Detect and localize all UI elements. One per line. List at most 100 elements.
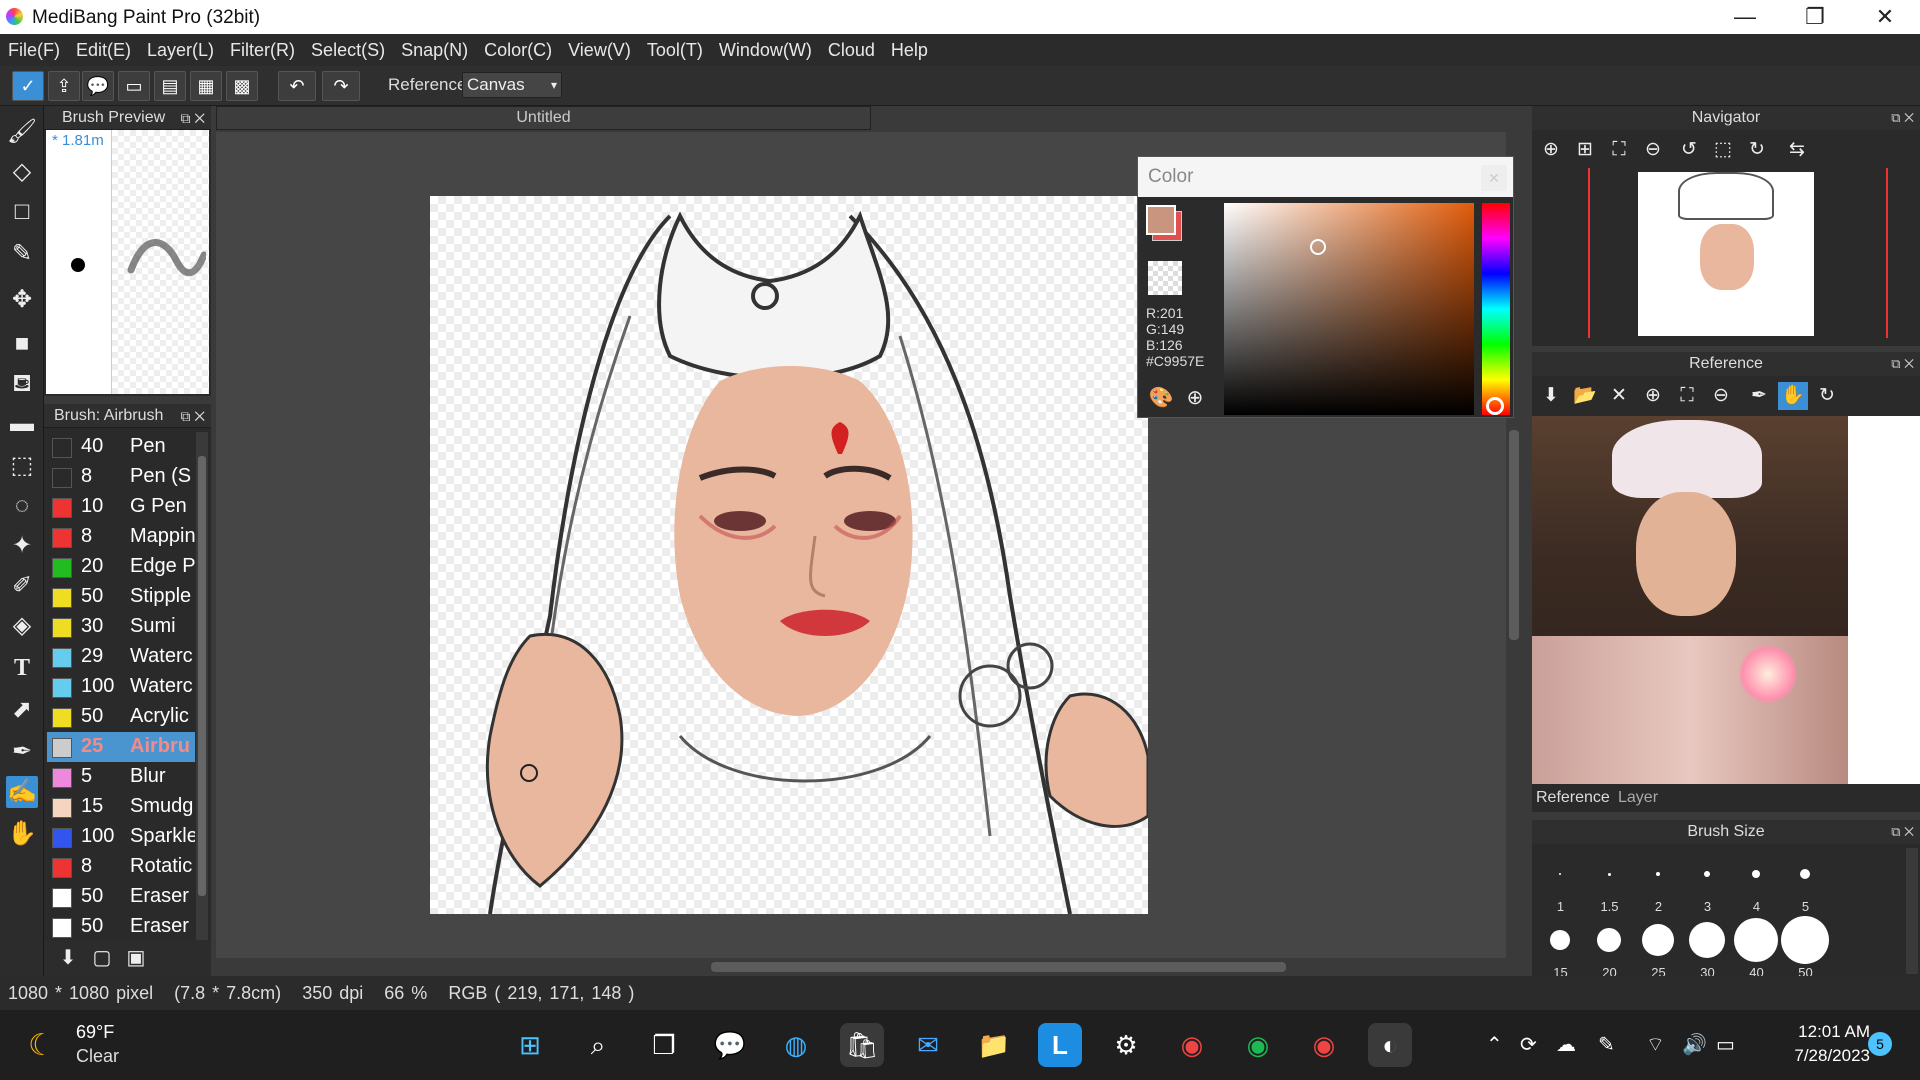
menu-select[interactable]: Select(S) [303,34,393,66]
speech-bubble-icon[interactable]: 💬 [82,71,114,101]
notification-badge[interactable]: 5 [1868,1032,1892,1056]
app-l-icon[interactable]: L [1038,1023,1082,1067]
tab-layer[interactable]: Layer [1618,789,1658,807]
airbrush-tool-icon[interactable]: ✍ [6,776,38,808]
cloud-download-icon[interactable]: ⬇ [1536,382,1566,410]
select-eraser-icon[interactable]: ◈ [6,610,38,642]
brush-size-option[interactable]: 50 [1781,916,1830,982]
saturation-value-picker[interactable] [1224,203,1474,415]
brush-size-option[interactable]: 20 [1585,916,1634,982]
new-brush-icon[interactable]: ▢ [86,942,118,974]
menu-edit[interactable]: Edit(E) [68,34,139,66]
sv-picker-handle[interactable] [1310,239,1326,255]
text-tool-icon[interactable]: T [6,652,38,684]
stabilizer-icon[interactable]: ✓ [12,71,44,101]
wifi-icon[interactable]: ⌔ [1646,1032,1665,1057]
shape-tool-icon[interactable]: □ [6,196,38,228]
brush-color-swatch[interactable] [52,828,72,848]
brush-size-option[interactable]: 25 [1634,916,1683,982]
eraser-tool-icon[interactable]: ◇ [6,156,38,188]
rotate-icon[interactable]: ↻ [1812,382,1842,410]
windows-start-icon[interactable]: ⊞ [508,1023,552,1067]
open-folder-icon[interactable]: 📂 [1570,382,1600,410]
menu-color[interactable]: Color(C) [476,34,560,66]
brush-color-swatch[interactable] [52,708,72,728]
brush-item[interactable]: 8 Pen (S [47,462,195,492]
flip-icon[interactable]: ⇆ [1782,136,1812,164]
panel-close-icon[interactable]: ⧉ ✕ [1891,106,1914,130]
menu-filter[interactable]: Filter(R) [222,34,303,66]
eyedropper-tool-icon[interactable]: ✒ [6,736,38,768]
weather-temperature[interactable]: 69°F [76,1022,114,1043]
brush-tool-icon[interactable]: 🖌 [6,116,38,148]
brush-item[interactable]: 8 Rotatic [47,852,195,882]
transparent-color-swatch[interactable] [1148,261,1182,295]
undo-icon[interactable]: ↶ [278,71,316,101]
fit-icon[interactable]: ⛶ [1672,382,1702,410]
tray-chevron-icon[interactable]: ⌃ [1486,1032,1503,1057]
fill-rect-icon[interactable]: ■ [6,328,38,360]
brush-size-option[interactable]: 4 [1732,850,1781,916]
gradient-tool-icon[interactable]: ▬ [6,408,38,440]
tab-reference[interactable]: Reference [1536,789,1610,807]
foreground-color-swatch[interactable] [1146,205,1176,235]
menu-layer[interactable]: Layer(L) [139,34,222,66]
brush-item[interactable]: 5 Blur [47,762,195,792]
bucket-tool-icon[interactable]: ⛾ [6,368,38,400]
navigator-viewport[interactable] [1588,168,1888,338]
select-pen-icon[interactable]: ✐ [6,570,38,602]
hue-slider-handle[interactable] [1486,397,1504,415]
menu-tool[interactable]: Tool(T) [639,34,711,66]
brush-size-option[interactable]: 1.5 [1585,850,1634,916]
task-view-icon[interactable]: ❐ [642,1023,686,1067]
brush-color-swatch[interactable] [52,498,72,518]
reference-image[interactable] [1532,416,1920,784]
document-tab[interactable]: Untitled [216,106,871,130]
eyedropper-icon[interactable]: ✒ [1744,382,1774,410]
page-icon[interactable]: ▤ [154,71,186,101]
actual-size-icon[interactable]: ⬚ [1708,136,1738,164]
brush-color-swatch[interactable] [52,738,72,758]
chat-icon[interactable]: 💬 [708,1023,752,1067]
brush-color-swatch[interactable] [52,798,72,818]
text-bubble-icon[interactable]: ▭ [118,71,150,101]
color-panel-close-icon[interactable]: ✕ [1481,165,1507,191]
clock-time[interactable]: 12:01 AM [1770,1022,1870,1042]
panel-close-icon[interactable]: ⧉ ✕ [180,404,205,428]
brush-size-option[interactable]: 30 [1683,916,1732,982]
rotate-left-icon[interactable]: ↺ [1674,136,1704,164]
restore-button[interactable]: ❐ [1780,0,1850,34]
brush-size-option[interactable]: 40 [1732,916,1781,982]
drawing-canvas[interactable] [430,196,1148,914]
minimize-button[interactable]: — [1710,0,1780,34]
file-explorer-icon[interactable]: 📁 [972,1023,1016,1067]
panel-close-icon[interactable]: ⧉ ✕ [1891,820,1914,844]
palette-add-icon[interactable]: ⊕ [1180,385,1210,413]
magic-wand-icon[interactable]: ✦ [6,530,38,562]
panel-close-icon[interactable]: ⧉ ✕ [180,106,205,130]
weather-description[interactable]: Clear [76,1046,119,1067]
close-reference-icon[interactable]: ✕ [1604,382,1634,410]
hand-icon[interactable]: ✋ [1778,382,1808,410]
clock-date[interactable]: 7/28/2023 [1764,1046,1870,1066]
brush-item[interactable]: 40 Pen [47,432,195,462]
brush-size-scrollbar[interactable] [1906,848,1918,974]
settings-gear-icon[interactable]: ⚙ [1104,1023,1148,1067]
lasso-tool-icon[interactable]: ◌ [6,490,38,522]
dot-brush-icon[interactable]: ✎ [6,238,38,270]
zoom-out-icon[interactable]: ⊖ [1638,136,1668,164]
brush-color-swatch[interactable] [52,618,72,638]
brush-color-swatch[interactable] [52,438,72,458]
brush-list-scrollbar[interactable] [196,432,208,942]
brush-color-swatch[interactable] [52,648,72,668]
volume-icon[interactable]: 🔊 [1682,1032,1707,1057]
brush-size-option[interactable]: 1 [1536,850,1585,916]
sync-icon[interactable]: ⟳ [1520,1032,1537,1057]
reference-select[interactable]: Canvas [462,72,562,98]
menu-view[interactable]: View(V) [560,34,639,66]
mail-icon[interactable]: ✉ [906,1023,950,1067]
spotify-icon[interactable]: ◉ [1236,1023,1280,1067]
brush-item[interactable]: 25 Airbru [47,732,195,762]
menu-file[interactable]: File(F) [0,34,68,66]
zoom-fit-icon[interactable]: ⊞ [1570,136,1600,164]
